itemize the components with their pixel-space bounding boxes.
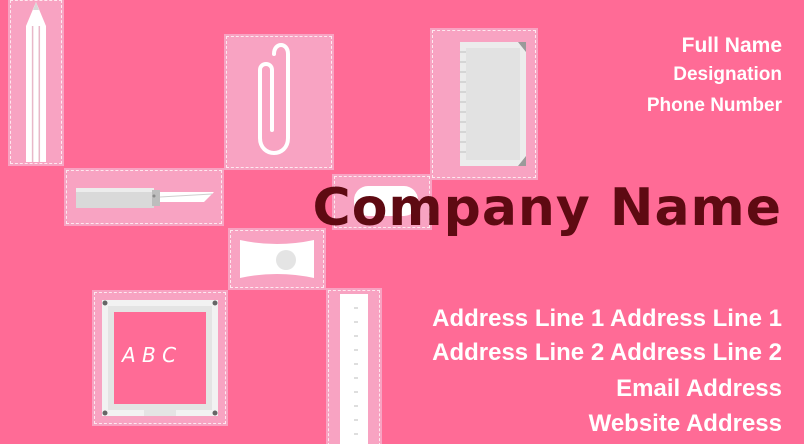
notepad-icon bbox=[460, 42, 526, 166]
address-line-2: Address Line 2 Address Line 2 bbox=[432, 339, 782, 366]
website-address: Website Address bbox=[588, 410, 782, 437]
designation: Designation bbox=[673, 64, 782, 85]
sharpener-tile bbox=[228, 228, 326, 290]
cutter-knife-icon bbox=[76, 188, 214, 208]
slate-text: A B C bbox=[120, 343, 176, 367]
company-name: Company Name bbox=[312, 178, 782, 238]
cutter-tile bbox=[64, 168, 224, 226]
paperclip-icon bbox=[258, 43, 290, 155]
phone-number: Phone Number bbox=[646, 95, 782, 116]
email-address: Email Address bbox=[616, 375, 782, 402]
full-name: Full Name bbox=[681, 34, 782, 57]
slate-board-icon: A B C bbox=[102, 300, 218, 416]
pencil-icon bbox=[26, 2, 46, 162]
ruler-tile bbox=[326, 288, 382, 444]
paperclip-tile bbox=[224, 34, 334, 170]
pencil-tile bbox=[8, 0, 64, 166]
ruler-icon bbox=[340, 294, 368, 444]
sharpener-icon bbox=[240, 240, 314, 278]
business-card: A B C Full Name Designation Phone Number… bbox=[0, 0, 804, 444]
notepad-tile bbox=[430, 28, 538, 180]
address-line-1: Address Line 1 Address Line 1 bbox=[432, 305, 782, 332]
slate-tile: A B C bbox=[92, 290, 228, 426]
